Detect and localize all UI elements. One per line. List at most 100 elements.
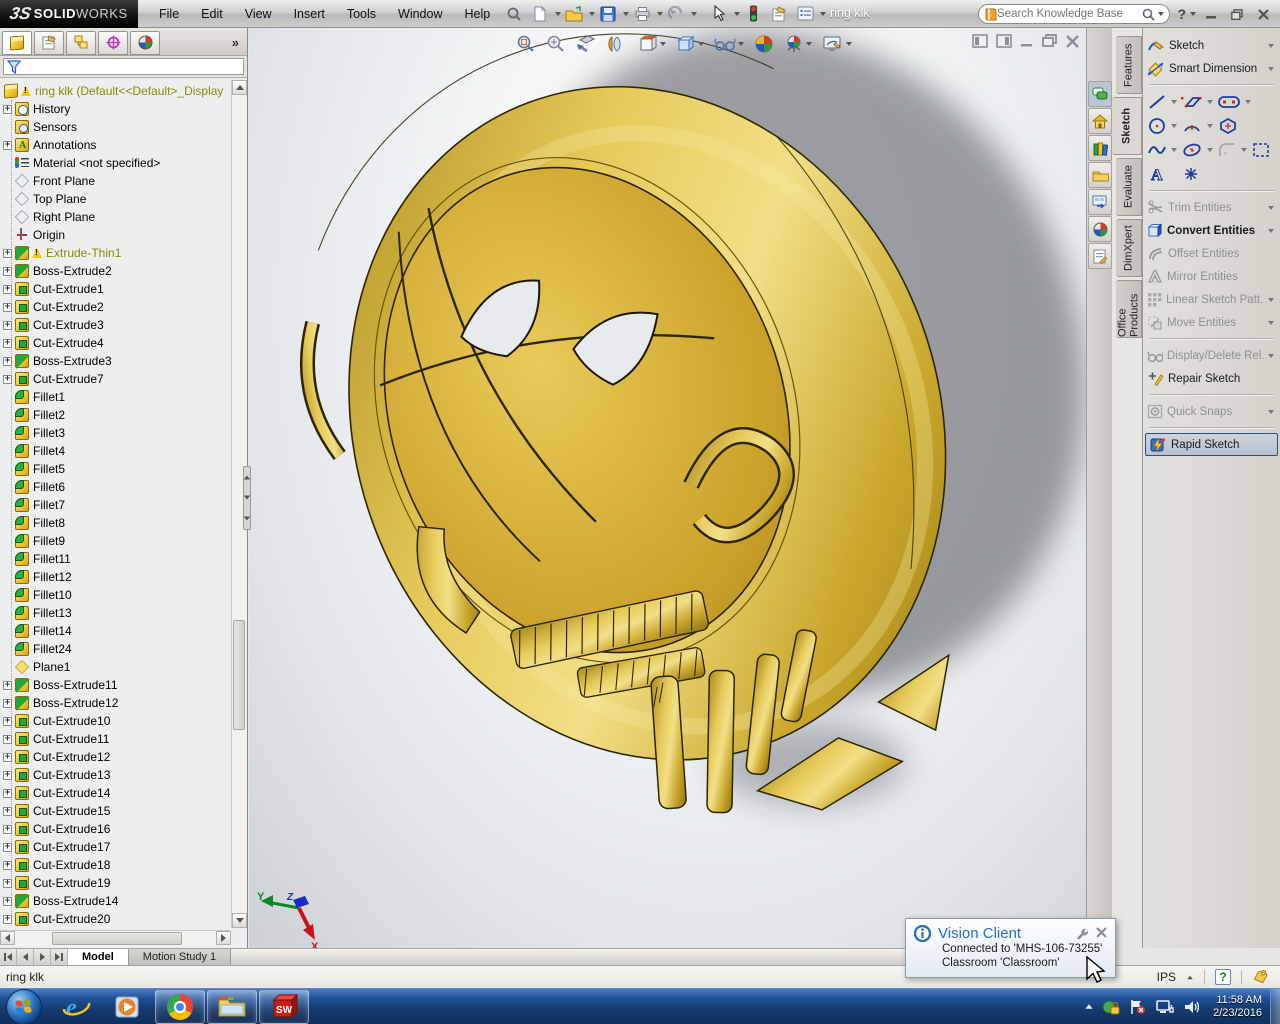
line-tool-button[interactable]	[1147, 93, 1167, 111]
tree-item[interactable]: + Cut-Extrude10	[0, 712, 231, 730]
expander-icon[interactable]: +	[3, 680, 12, 690]
ellipse-tool-button[interactable]	[1181, 141, 1203, 159]
trim-entities-button[interactable]: Trim Entities	[1143, 196, 1280, 219]
action-center-flag-icon[interactable]	[1129, 999, 1146, 1015]
expander-icon[interactable]: +	[3, 860, 12, 870]
expander-icon[interactable]: +	[3, 788, 12, 798]
undo-caret-icon[interactable]	[691, 11, 698, 16]
zoom-to-fit-button[interactable]	[514, 32, 538, 56]
polygon-tool-button[interactable]	[1217, 117, 1239, 135]
new-caret-icon[interactable]	[555, 11, 562, 16]
tree-item[interactable]: + Boss-Extrude3	[0, 352, 231, 370]
3d-model-gold-ring[interactable]: Y X Z	[249, 28, 1086, 948]
scroll-down-button[interactable]	[232, 913, 247, 928]
scroll-right-button[interactable]	[216, 931, 231, 945]
commandmanager-tab[interactable]: Features	[1116, 36, 1142, 94]
tree-item[interactable]: + Cut-Extrude3	[0, 316, 231, 334]
convert-entities-button[interactable]: Convert Entities	[1143, 219, 1280, 242]
tag-icon[interactable]	[1252, 970, 1270, 984]
tree-item[interactable]: + Cut-Extrude1	[0, 280, 231, 298]
tree-item[interactable]: + Cut-Extrude18	[0, 856, 231, 874]
wrench-icon[interactable]	[1075, 927, 1088, 940]
search-icon[interactable]	[1141, 7, 1156, 22]
new-document-button[interactable]	[528, 3, 552, 25]
tab-configurationmanager[interactable]	[66, 30, 96, 55]
expand-panel-chevrons[interactable]: »	[226, 35, 245, 50]
previous-view-button[interactable]	[574, 32, 600, 56]
expander-icon[interactable]: +	[3, 266, 12, 276]
print-button[interactable]	[630, 3, 654, 25]
show-taskpane-icon[interactable]	[996, 34, 1012, 48]
taskbar-solidworks[interactable]: SW	[259, 989, 309, 1024]
show-hidden-icons-button[interactable]	[1085, 1004, 1093, 1009]
menu-item[interactable]: File	[148, 2, 190, 26]
tree-item[interactable]: + Fillet7	[0, 496, 231, 514]
tab-scroll-first-button[interactable]	[0, 949, 17, 965]
menu-item[interactable]: Edit	[190, 2, 234, 26]
spline-caret-icon[interactable]	[1171, 148, 1177, 152]
knowledge-search[interactable]	[978, 4, 1170, 24]
expander-icon[interactable]: +	[3, 302, 12, 312]
tree-item[interactable]: + Cut-Extrude20	[0, 910, 231, 928]
solidworks-resources-button[interactable]	[1088, 81, 1112, 107]
rectangle-tool-button[interactable]	[1181, 93, 1203, 111]
appearances-scenes-button[interactable]	[1088, 216, 1112, 242]
graphics-viewport[interactable]: Y X Z	[249, 28, 1086, 948]
sketch-text-button[interactable]: A	[1147, 165, 1167, 184]
line-caret-icon[interactable]	[1171, 100, 1177, 104]
menu-item[interactable]: View	[234, 2, 283, 26]
security-lock-tray-icon[interactable]	[1102, 999, 1120, 1015]
tree-item[interactable]: + Top Plane	[0, 190, 231, 208]
expander-icon[interactable]: +	[3, 140, 12, 150]
tree-item[interactable]: + Fillet10	[0, 586, 231, 604]
mirror-entities-button[interactable]: Mirror Entities	[1143, 265, 1280, 288]
tree-item[interactable]: + Fillet12	[0, 568, 231, 586]
open-caret-icon[interactable]	[589, 11, 596, 16]
undo-button[interactable]	[664, 3, 688, 25]
tree-item[interactable]: + Fillet3	[0, 424, 231, 442]
print-caret-icon[interactable]	[657, 11, 664, 16]
tree-item[interactable]: + Fillet14	[0, 622, 231, 640]
tree-item[interactable]: + Extrude-Thin1	[0, 244, 231, 262]
save-button[interactable]	[596, 3, 620, 25]
network-tray-icon[interactable]	[1155, 999, 1174, 1015]
custom-properties-button[interactable]	[1088, 243, 1112, 269]
menu-item[interactable]: Tools	[336, 2, 387, 26]
tree-item[interactable]: + History	[0, 100, 231, 118]
scroll-thumb[interactable]	[233, 620, 245, 730]
unit-system-caret-icon[interactable]	[1187, 975, 1193, 979]
tree-root-item[interactable]: ring klk (Default<<Default>_Display	[0, 82, 231, 100]
rebuild-traffic-light-icon[interactable]	[741, 3, 765, 25]
expander-icon[interactable]: +	[3, 284, 12, 294]
hide-show-items-button[interactable]	[712, 33, 746, 55]
scroll-left-button[interactable]	[0, 931, 15, 945]
expander-icon[interactable]: +	[3, 104, 12, 114]
command-search-icon[interactable]	[502, 3, 526, 25]
rapid-sketch-button[interactable]: Rapid Sketch	[1145, 433, 1278, 456]
tab-scroll-next-button[interactable]	[34, 949, 51, 965]
tree-item[interactable]: + Fillet5	[0, 460, 231, 478]
expander-icon[interactable]: +	[3, 752, 12, 762]
rectangle-caret-icon[interactable]	[1207, 100, 1213, 104]
tree-item[interactable]: + Boss-Extrude2	[0, 262, 231, 280]
tab-model[interactable]: Model	[68, 949, 129, 965]
tree-item[interactable]: + Front Plane	[0, 172, 231, 190]
file-properties-button[interactable]	[767, 3, 791, 25]
display-style-button[interactable]	[674, 32, 706, 56]
circle-tool-button[interactable]	[1147, 117, 1167, 135]
help-caret-icon[interactable]	[1190, 12, 1196, 16]
tree-item[interactable]: + Cut-Extrude14	[0, 784, 231, 802]
options-button[interactable]	[793, 3, 817, 25]
doc-restore-icon[interactable]	[1042, 34, 1058, 48]
commandmanager-tab[interactable]: Evaluate	[1116, 158, 1142, 216]
view-settings-button[interactable]	[820, 33, 854, 56]
edit-appearance-button[interactable]	[752, 32, 776, 56]
open-button[interactable]	[562, 3, 586, 25]
select-tool-button[interactable]	[707, 3, 731, 25]
zoom-to-area-button[interactable]	[544, 32, 568, 56]
expander-icon[interactable]: +	[3, 698, 12, 708]
tree-item[interactable]: + Boss-Extrude11	[0, 676, 231, 694]
panel-splitter-handle[interactable]	[243, 466, 251, 530]
commandmanager-tab[interactable]: DimXpert	[1116, 219, 1142, 277]
tree-item[interactable]: + Cut-Extrude13	[0, 766, 231, 784]
